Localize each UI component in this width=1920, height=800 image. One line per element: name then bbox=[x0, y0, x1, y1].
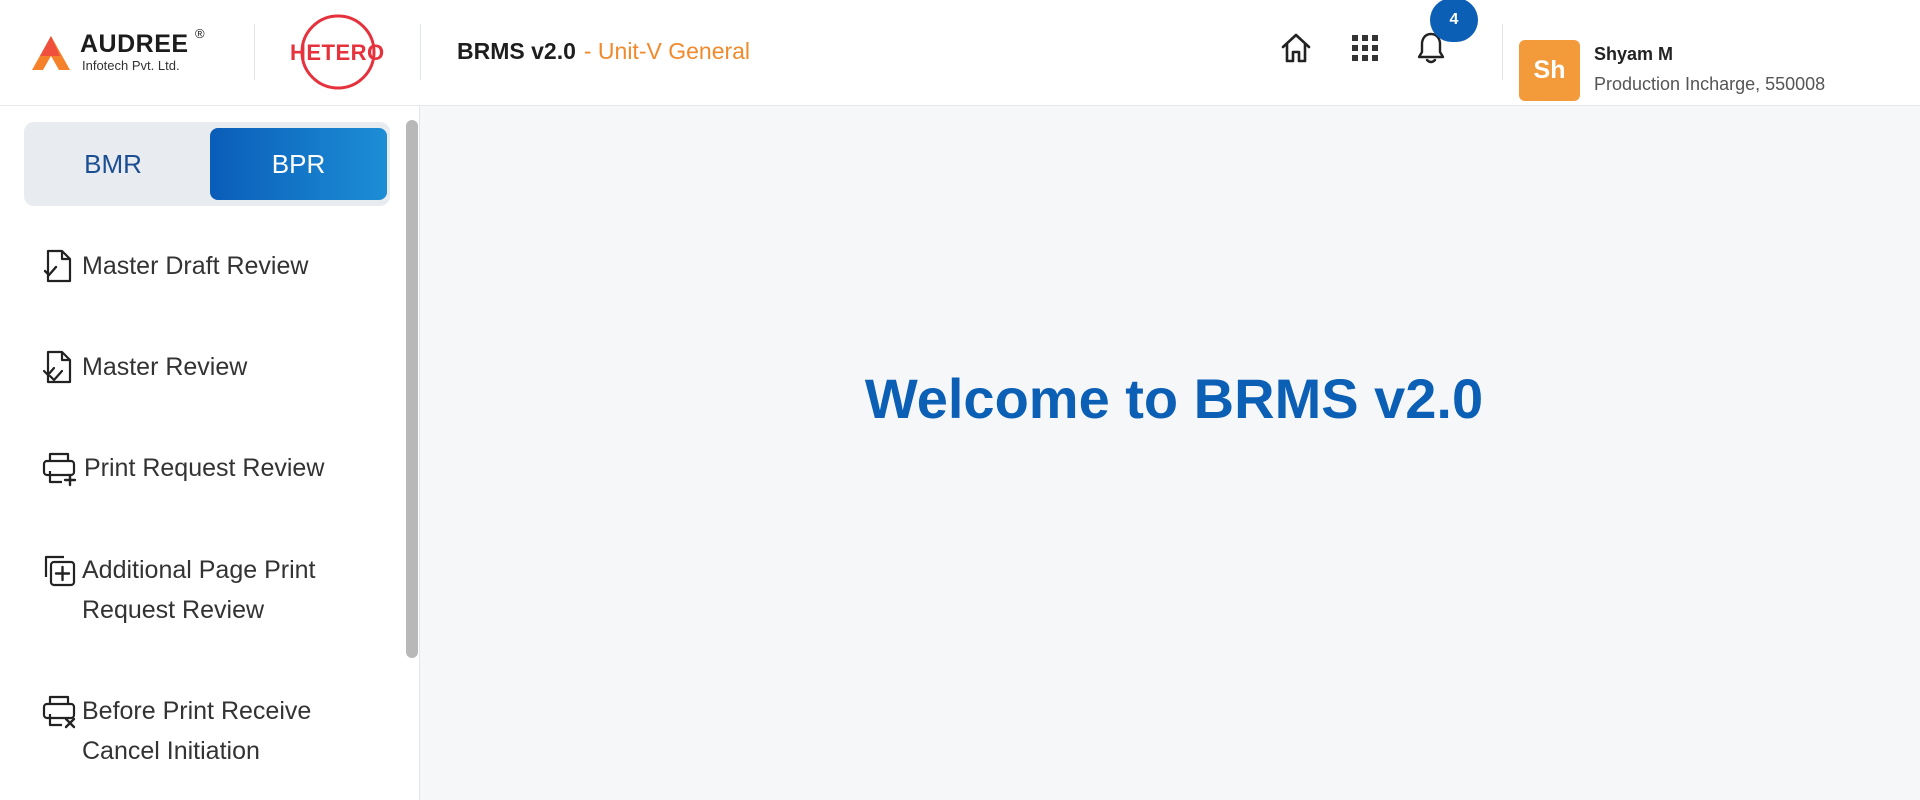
app-name: BRMS v2.0 bbox=[457, 38, 576, 64]
home-button[interactable] bbox=[1278, 30, 1314, 66]
hetero-wordmark: HETERO bbox=[290, 40, 385, 65]
home-icon bbox=[1281, 33, 1311, 63]
file-double-check-icon bbox=[42, 350, 72, 384]
header-divider bbox=[420, 24, 421, 80]
audree-triangle-icon bbox=[32, 36, 70, 70]
app-title: BRMS v2.0 - Unit-V General bbox=[457, 38, 750, 65]
audree-registered-mark: ® bbox=[195, 26, 205, 41]
sidebar-item-label: Master Review bbox=[82, 353, 248, 381]
file-check-icon bbox=[43, 249, 72, 283]
main-content: Welcome to BRMS v2.0 bbox=[420, 106, 1920, 800]
sidebar-item-label: Before Print Receive Cancel Initiation bbox=[82, 697, 312, 765]
apps-grid-icon bbox=[1352, 35, 1378, 61]
hetero-logo: HETERO bbox=[286, 13, 386, 93]
user-avatar[interactable]: Sh bbox=[1519, 40, 1580, 101]
header-divider bbox=[1502, 24, 1503, 80]
header-divider bbox=[254, 24, 255, 80]
record-type-toggle: BMR BPR bbox=[24, 122, 390, 206]
user-name[interactable]: Shyam M bbox=[1594, 44, 1673, 65]
user-role: Production Incharge, 550008 bbox=[1594, 74, 1826, 94]
apps-menu-button[interactable] bbox=[1347, 30, 1383, 66]
unit-name: - Unit-V General bbox=[583, 38, 751, 64]
audree-logo: AUDREE ® Infotech Pvt. Ltd. bbox=[30, 26, 210, 76]
copy-add-icon bbox=[44, 555, 76, 587]
sidebar: BMR BPR Master Draft Review Master Revie… bbox=[0, 106, 420, 800]
toggle-bpr[interactable]: BPR bbox=[210, 128, 387, 200]
toggle-bmr[interactable]: BMR bbox=[28, 128, 198, 200]
sidebar-item-master-draft-review[interactable]: Master Draft Review bbox=[40, 246, 370, 286]
welcome-heading: Welcome to BRMS v2.0 bbox=[864, 367, 1484, 430]
sidebar-item-label: Master Draft Review bbox=[82, 252, 309, 280]
sidebar-item-before-print-receive-cancel-initiation[interactable]: Before Print Receive Cancel Initiation bbox=[40, 691, 370, 771]
sidebar-item-label: Additional Page Print Request Review bbox=[82, 556, 316, 624]
audree-tagline: Infotech Pvt. Ltd. bbox=[82, 58, 180, 73]
printer-cancel-icon bbox=[42, 695, 76, 729]
notification-count-badge[interactable]: 4 bbox=[1430, 0, 1478, 42]
sidebar-item-additional-page-print-request-review[interactable]: Additional Page Print Request Review bbox=[40, 550, 370, 630]
sidebar-scrollbar[interactable] bbox=[406, 120, 418, 658]
sidebar-item-master-review[interactable]: Master Review bbox=[40, 347, 370, 387]
printer-add-icon bbox=[42, 452, 77, 487]
audree-name: AUDREE bbox=[80, 30, 189, 58]
sidebar-item-label: Print Request Review bbox=[84, 454, 325, 482]
top-header: AUDREE ® Infotech Pvt. Ltd. HETERO BRMS … bbox=[0, 0, 1920, 106]
sidebar-item-print-request-review[interactable]: Print Request Review bbox=[40, 448, 370, 488]
